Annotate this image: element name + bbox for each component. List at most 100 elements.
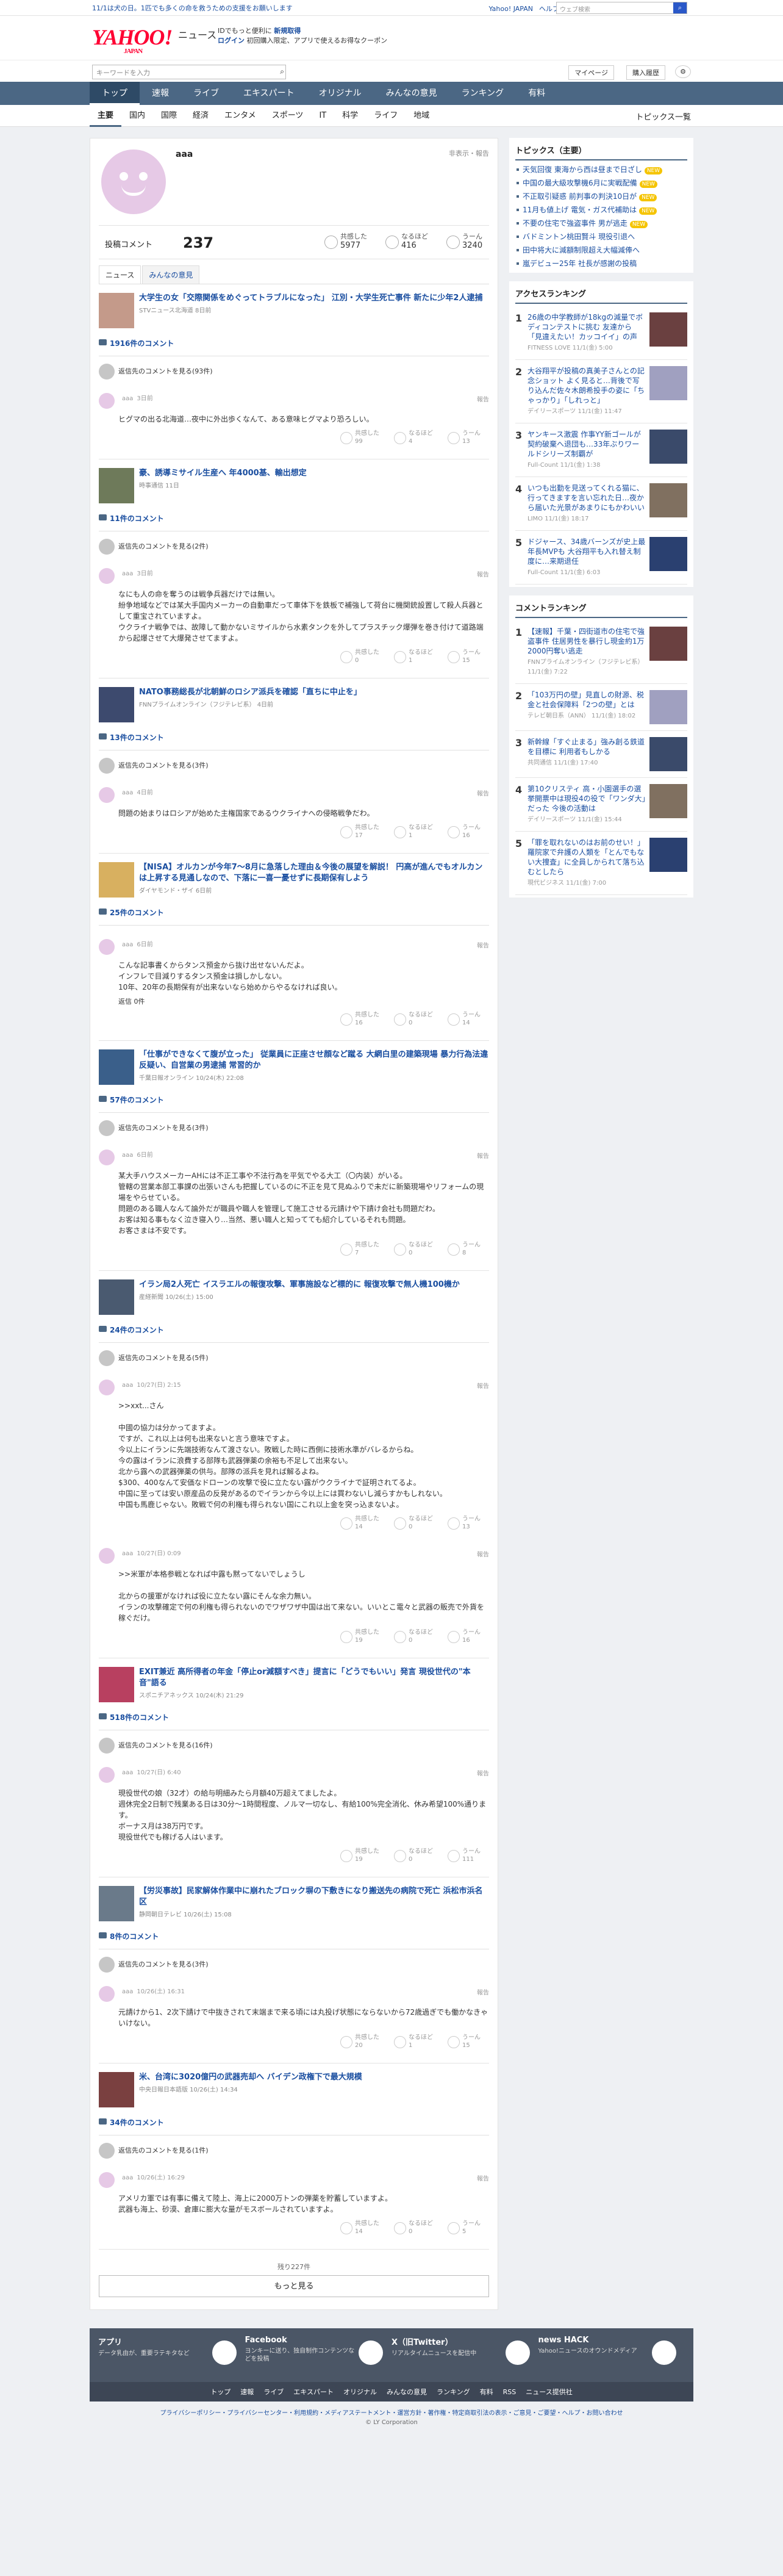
footer-app-0[interactable]: アプリ データ乳由が、重要ラテキタなど (98, 2336, 245, 2375)
tab-news[interactable]: ニュース (99, 265, 141, 284)
reply-target-link[interactable]: 返信先のコメントを見る(1件) (99, 2143, 489, 2159)
topics-list-link[interactable]: トピックス一覧 (635, 110, 691, 122)
subnav-local[interactable]: 地域 (406, 105, 437, 127)
article-thumbnail[interactable] (99, 1667, 134, 1702)
comment-ranking-item[interactable]: 1 【速報】千葉・四街道市の住宅で強盗事件 住居男性を暴行し現金約1万2000円奪… (515, 621, 687, 684)
article-thumbnail[interactable] (99, 1049, 134, 1085)
access-ranking-thumbnail[interactable] (649, 430, 687, 464)
naruhodo-button[interactable]: なるほど 1 (394, 2034, 435, 2049)
comment-ranking-thumbnail[interactable] (649, 737, 687, 771)
report-link[interactable]: 報告 (477, 1768, 489, 1777)
report-link[interactable]: 報告 (477, 940, 489, 949)
comment-ranking-thumbnail[interactable] (649, 838, 687, 872)
access-ranking-title[interactable]: 26歳の中学教師が18kgの減量でボディコンテストに挑む 友達から「見違えたい！… (527, 312, 649, 353)
comment-count-link[interactable]: 11件のコメント (99, 513, 489, 523)
comment-ranking-thumbnail[interactable] (649, 690, 687, 724)
article-title[interactable]: 【労災事故】民家解体作業中に崩れたブロック塀の下敷きになり搬送先の病院で死亡 浜… (139, 1886, 489, 1908)
comment-count-link[interactable]: 1916件のコメント (99, 338, 489, 348)
subnav-economy[interactable]: 経済 (185, 105, 216, 127)
comment-ranking-title[interactable]: 「103万円の壁」見直しの財源、税金と社会保障料「2つの壁」とは テレビ朝日系（A… (527, 690, 649, 724)
topic-item[interactable]: 田中将大に減額制限超え大幅減俸へ (515, 243, 687, 257)
uun-button[interactable]: うーん 8 (448, 1241, 489, 1257)
access-ranking-item[interactable]: 1 26歳の中学教師が18kgの減量でボディコンテストに挑む 友達から「見違えたい… (515, 306, 687, 360)
empathy-button[interactable]: 共感した 17 (340, 824, 382, 840)
uun-button[interactable]: うーん 111 (448, 1847, 489, 1863)
yahoo-logo[interactable]: YAHOO! JAPAN (92, 24, 173, 55)
access-ranking-item[interactable]: 2 大谷翔平が投稿の真美子さんとの記念ショット よく見ると…背後で写り込んだ佐々木… (515, 360, 687, 423)
topic-item[interactable]: 11月も値上げ 電気・ガス代補助は NEW (515, 203, 687, 217)
access-ranking-item[interactable]: 3 ヤンキース激震 作事YY新ゴールが契約破棄へ退団も…33年ぶりワールドシリーズ… (515, 423, 687, 477)
topic-item[interactable]: 中国の最大級攻撃機6月に実戦配備 NEW (515, 176, 687, 190)
nav-live[interactable]: ライブ (181, 82, 231, 105)
empathy-button[interactable]: 共感した 99 (340, 430, 382, 445)
comment-ranking-title[interactable]: 「罪を取れないのはお前のせい！」 羅院家で弁護の人類を「とんでもない大捜査」に全… (527, 838, 649, 888)
article-title[interactable]: 【NISA】オルカンが今年7〜8月に急落した理由＆今後の展望を解説！ 円高が進ん… (139, 862, 489, 884)
subnav-world[interactable]: 国際 (153, 105, 185, 127)
facebook-icon[interactable] (359, 2340, 383, 2365)
search-icon[interactable]: ⌕ (673, 2, 687, 13)
article-title[interactable]: 「仕事ができなくて腹が立った」 従業員に正座させ顔など蹴る 大網白里の建築現場 … (139, 1049, 489, 1071)
report-link[interactable]: 報告 (477, 2173, 489, 2182)
empathy-button[interactable]: 共感した 19 (340, 1628, 382, 1644)
nav-paid[interactable]: 有料 (516, 82, 557, 105)
newshack-icon[interactable] (652, 2340, 676, 2365)
comment-ranking-item[interactable]: 3 新幹線「すぐ止まる」強み創る鉄道を目標に 利用者もしかる 共同通信 11/1(金… (515, 731, 687, 778)
access-ranking-thumbnail[interactable] (649, 483, 687, 517)
tab-opinions[interactable]: みんなの意見 (142, 265, 200, 284)
empathy-button[interactable]: 共感した 20 (340, 2034, 382, 2049)
comment-ranking-thumbnail[interactable] (649, 627, 687, 661)
web-search-input[interactable]: ウェブ検索 ⌕ (556, 2, 687, 14)
report-link[interactable]: 報告 (477, 569, 489, 578)
hide-report-link[interactable]: 非表示・報告 (449, 148, 489, 158)
article-title[interactable]: 米、台湾に3020億円の武器売却へ バイデン政権下で最大規模 (139, 2072, 489, 2083)
app-icon[interactable] (212, 2340, 237, 2365)
report-link[interactable]: 報告 (477, 788, 489, 797)
policy-links[interactable]: プライバシーポリシー・プライバシーセンター・利用規約・メディアステートメント・運… (90, 2402, 693, 2419)
article-title[interactable]: 豪、誘導ミサイル生産へ 年4000基、輸出想定 (139, 468, 489, 479)
reply-target-link[interactable]: 返信先のコメントを見る(3件) (99, 758, 489, 774)
report-link[interactable]: 報告 (477, 1987, 489, 1996)
purchase-history-button[interactable]: 購入履歴 (626, 65, 665, 80)
subnav-sports[interactable]: スポーツ (264, 105, 312, 127)
article-thumbnail[interactable] (99, 1279, 134, 1315)
naruhodo-button[interactable]: なるほど 0 (394, 1011, 435, 1027)
access-ranking-title[interactable]: ヤンキース激震 作事YY新ゴールが契約破棄へ退団も…33年ぶりワールドシリーズ制… (527, 430, 649, 470)
uun-button[interactable]: うーん 13 (448, 430, 489, 445)
nav-ranking[interactable]: ランキング (449, 82, 517, 105)
reply-target-link[interactable]: 返信先のコメントを見る(2件) (99, 539, 489, 555)
report-link[interactable]: 報告 (477, 1151, 489, 1160)
subnav-domestic[interactable]: 国内 (121, 105, 153, 127)
footer-link[interactable]: RSS (503, 2388, 517, 2396)
campaign-notice[interactable]: 11/1は犬の日。1匹でも多くの命を救うための支援をお願いします (92, 3, 293, 13)
article-title[interactable]: 大学生の女「交際関係をめぐってトラブルになった」 江別・大学生死亡事件 新たに少… (139, 293, 489, 304)
reply-count[interactable]: 返信 0件 (99, 996, 489, 1006)
report-link[interactable]: 報告 (477, 1381, 489, 1390)
load-more-button[interactable]: もっと見る (99, 2275, 489, 2297)
reply-target-link[interactable]: 返信先のコメントを見る(3件) (99, 1120, 489, 1136)
footer-app-3[interactable]: news HACK Yahoo!ニュースのオウンドメディア (538, 2336, 685, 2375)
comment-ranking-item[interactable]: 4 第10クリスティ 高・小園選手の選挙開票中は現役4の役で「ワンダ大」だった 今… (515, 778, 687, 832)
footer-app-2[interactable]: X（旧Twitter） リアルタイムニュースを配信中 (392, 2336, 538, 2375)
uun-button[interactable]: うーん 14 (448, 1011, 489, 1027)
comment-count-link[interactable]: 24件のコメント (99, 1325, 489, 1335)
reply-target-link[interactable]: 返信先のコメントを見る(16件) (99, 1738, 489, 1754)
footer-app-1[interactable]: Facebook ヨンキーに送り、独自制作コンテンツなどを投稿 (245, 2336, 392, 2375)
comment-count-link[interactable]: 8件のコメント (99, 1931, 489, 1941)
empathy-button[interactable]: 共感した 19 (340, 1847, 382, 1863)
reply-target-link[interactable]: 返信先のコメントを見る(5件) (99, 1350, 489, 1366)
uun-button[interactable]: うーん 13 (448, 1515, 489, 1531)
naruhodo-button[interactable]: なるほど 0 (394, 1241, 435, 1257)
comment-count-link[interactable]: 25件のコメント (99, 907, 489, 918)
uun-button[interactable]: うーん 5 (448, 2220, 489, 2236)
empathy-button[interactable]: 共感した 14 (340, 2220, 382, 2236)
reply-target-link[interactable]: 返信先のコメントを見る(3件) (99, 1957, 489, 1973)
access-ranking-thumbnail[interactable] (649, 537, 687, 571)
subnav-it[interactable]: IT (311, 105, 334, 127)
uun-button[interactable]: うーん 16 (448, 1628, 489, 1644)
topic-item[interactable]: バドミントン桃田賢斗 現役引退へ (515, 230, 687, 243)
topic-item[interactable]: 嵐デビュー25年 社長が感謝の投稿 (515, 257, 687, 270)
comment-ranking-title[interactable]: 【速報】千葉・四街道市の住宅で強盗事件 住居男性を暴行し現金約1万2000円奪い… (527, 627, 649, 677)
comment-ranking-item[interactable]: 2 「103万円の壁」見直しの財源、税金と社会保障料「2つの壁」とは テレビ朝日系（… (515, 684, 687, 731)
footer-link[interactable]: ライブ (263, 2388, 284, 2396)
subnav-main[interactable]: 主要 (90, 105, 122, 127)
